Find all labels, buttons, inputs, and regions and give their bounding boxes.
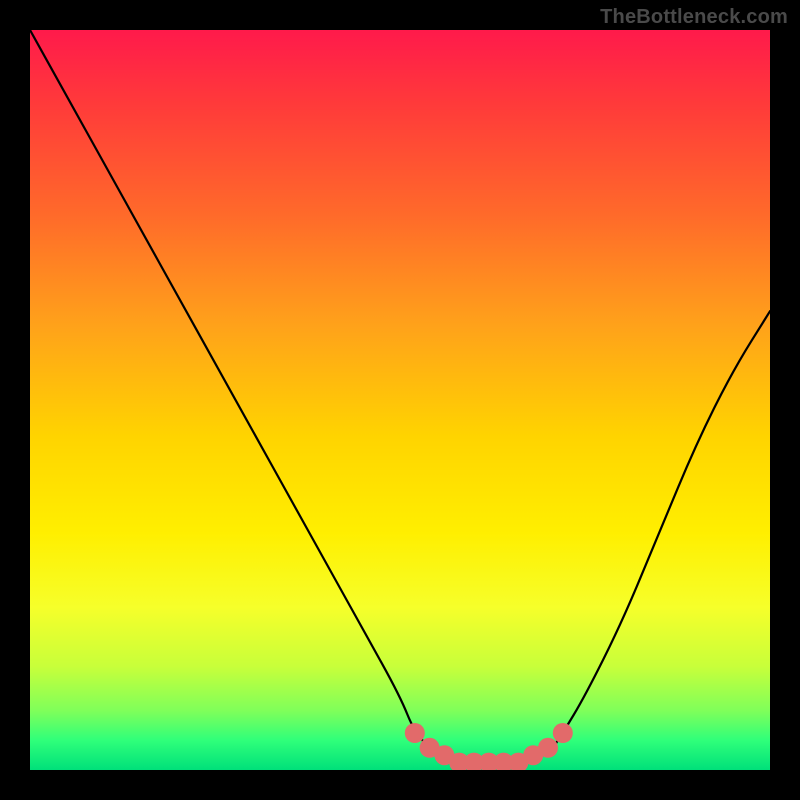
- marker-dot: [538, 738, 558, 758]
- marker-dot: [508, 753, 528, 770]
- marker-dot: [405, 723, 425, 743]
- bottleneck-curve: [30, 30, 770, 763]
- curve-layer: [30, 30, 770, 770]
- marker-dot: [464, 753, 484, 770]
- marker-dot: [523, 745, 543, 765]
- watermark-text: TheBottleneck.com: [600, 6, 788, 29]
- marker-group: [405, 723, 573, 770]
- plot-area: [30, 30, 770, 770]
- marker-dot: [479, 753, 499, 770]
- marker-dot: [494, 753, 514, 770]
- chart-frame: TheBottleneck.com: [0, 0, 800, 800]
- marker-dot: [434, 745, 454, 765]
- marker-dot: [553, 723, 573, 743]
- marker-dot: [449, 753, 469, 770]
- marker-dot: [420, 738, 440, 758]
